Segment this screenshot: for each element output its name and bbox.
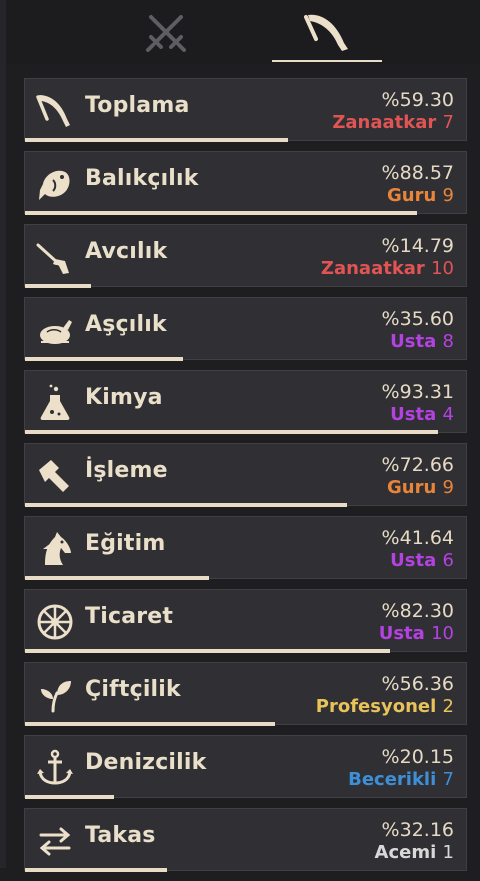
skill-percent: %41.64 — [381, 527, 454, 549]
skill-rank: Guru 9 — [387, 185, 454, 206]
skill-rank-level: 7 — [442, 112, 454, 133]
skill-rank-title: Becerikli — [348, 769, 437, 790]
skill-rank: Profesyonel 2 — [316, 696, 454, 717]
skill-rank-level: 1 — [442, 842, 454, 863]
skill-rank-level: 9 — [442, 477, 454, 498]
skill-rank-level: 2 — [442, 696, 454, 717]
skill-rank-title: Usta — [390, 331, 437, 352]
skill-name: Denizcilik — [85, 750, 207, 775]
skill-rank-title: Usta — [390, 550, 437, 571]
skill-name: Eğitim — [85, 531, 166, 556]
scythe-icon — [302, 9, 352, 55]
skill-rank-title: Zanaatkar — [332, 112, 437, 133]
flask-icon — [35, 383, 75, 423]
skill-progress-bar — [25, 795, 114, 799]
skill-progress-bar — [25, 649, 390, 653]
skill-percent: %35.60 — [381, 308, 454, 330]
skill-rank: Zanaatkar 7 — [332, 112, 454, 133]
horse-head-icon — [35, 529, 75, 569]
skill-rank: Zanaatkar 10 — [321, 258, 454, 279]
skill-name: Toplama — [85, 93, 190, 118]
skill-rank-title: Zanaatkar — [320, 258, 425, 279]
skill-rank: Acemi 1 — [375, 842, 454, 863]
skill-progress-bar — [25, 868, 167, 872]
skill-card[interactable]: İşleme %72.66 Guru 9 — [24, 443, 467, 507]
skill-percent: %59.30 — [381, 89, 454, 111]
skill-progress-bar — [25, 430, 438, 434]
skill-rank-title: Guru — [386, 477, 437, 498]
musket-icon — [35, 237, 75, 277]
skill-progress-bar — [25, 357, 183, 361]
skill-name: İşleme — [85, 458, 168, 483]
tab-combat[interactable] — [111, 0, 221, 64]
skill-percent: %88.57 — [381, 162, 454, 184]
skill-rank: Usta 8 — [390, 331, 454, 352]
skill-rank-level: 9 — [442, 185, 454, 206]
skill-rank: Usta 10 — [379, 623, 454, 644]
skill-card[interactable]: Balıkçılık %88.57 Guru 9 — [24, 151, 467, 215]
skill-name: Kimya — [85, 385, 163, 410]
skill-name: Çiftçilik — [85, 677, 181, 702]
skill-progress-bar — [25, 284, 91, 288]
skill-list: Toplama %59.30 Zanaatkar 7 Balıkçılık %88.57… — [24, 78, 469, 881]
skill-card[interactable]: Kimya %93.31 Usta 4 — [24, 370, 467, 434]
fish-icon — [35, 164, 75, 204]
skill-name: Ticaret — [85, 604, 174, 629]
skill-percent: %72.66 — [381, 454, 454, 476]
tab-gathering[interactable] — [272, 0, 382, 64]
skill-card[interactable]: Toplama %59.30 Zanaatkar 7 — [24, 78, 467, 142]
skill-rank-level: 10 — [431, 258, 454, 279]
skill-percent: %32.16 — [381, 819, 454, 841]
skill-card[interactable]: Takas %32.16 Acemi 1 — [24, 808, 467, 872]
swap-arrows-icon — [35, 821, 75, 861]
skill-rank-title: Acemi — [374, 842, 437, 863]
skill-rank-title: Usta — [390, 404, 437, 425]
wheel-icon — [35, 602, 75, 642]
skill-card[interactable]: Çiftçilik %56.36 Profesyonel 2 — [24, 662, 467, 726]
skill-name: Avcılık — [85, 239, 168, 264]
skill-rank: Guru 9 — [387, 477, 454, 498]
skill-percent: %93.31 — [381, 381, 454, 403]
skill-rank-level: 4 — [442, 404, 454, 425]
skill-rank: Becerikli 7 — [348, 769, 454, 790]
skill-progress-bar — [25, 722, 275, 726]
skill-rank-level: 7 — [442, 769, 454, 790]
skill-name: Balıkçılık — [85, 166, 199, 191]
skill-percent: %20.15 — [381, 746, 454, 768]
skill-card[interactable]: Denizcilik %20.15 Becerikli 7 — [24, 735, 467, 799]
skill-name: Aşçılık — [85, 312, 167, 337]
left-edge-strip — [0, 0, 6, 868]
skill-percent: %14.79 — [381, 235, 454, 257]
skill-percent: %82.30 — [381, 600, 454, 622]
skill-card[interactable]: Aşçılık %35.60 Usta 8 — [24, 297, 467, 361]
skill-card[interactable]: Eğitim %41.64 Usta 6 — [24, 516, 467, 580]
anchor-icon — [35, 748, 75, 788]
skill-rank-level: 10 — [431, 623, 454, 644]
skill-name: Takas — [85, 823, 156, 848]
hammer-icon — [35, 456, 75, 496]
sprout-icon — [35, 675, 75, 715]
skill-rank-title: Profesyonel — [315, 696, 437, 717]
skill-rank-title: Usta — [378, 623, 425, 644]
skill-percent: %56.36 — [381, 673, 454, 695]
skill-rank: Usta 6 — [390, 550, 454, 571]
skill-rank-level: 8 — [442, 331, 454, 352]
skill-progress-bar — [25, 503, 347, 507]
skill-card[interactable]: Avcılık %14.79 Zanaatkar 10 — [24, 224, 467, 288]
skill-rank: Usta 4 — [390, 404, 454, 425]
skill-rank-title: Guru — [386, 185, 437, 206]
skill-progress-bar — [25, 138, 288, 142]
skill-progress-bar — [25, 576, 209, 580]
skill-rank-level: 6 — [442, 550, 454, 571]
skill-card[interactable]: Ticaret %82.30 Usta 10 — [24, 589, 467, 653]
scythe-icon — [35, 91, 75, 131]
roast-chicken-icon — [35, 310, 75, 350]
crossed-swords-icon — [143, 9, 189, 55]
skill-category-tabs — [6, 0, 480, 64]
skill-progress-bar — [25, 211, 417, 215]
